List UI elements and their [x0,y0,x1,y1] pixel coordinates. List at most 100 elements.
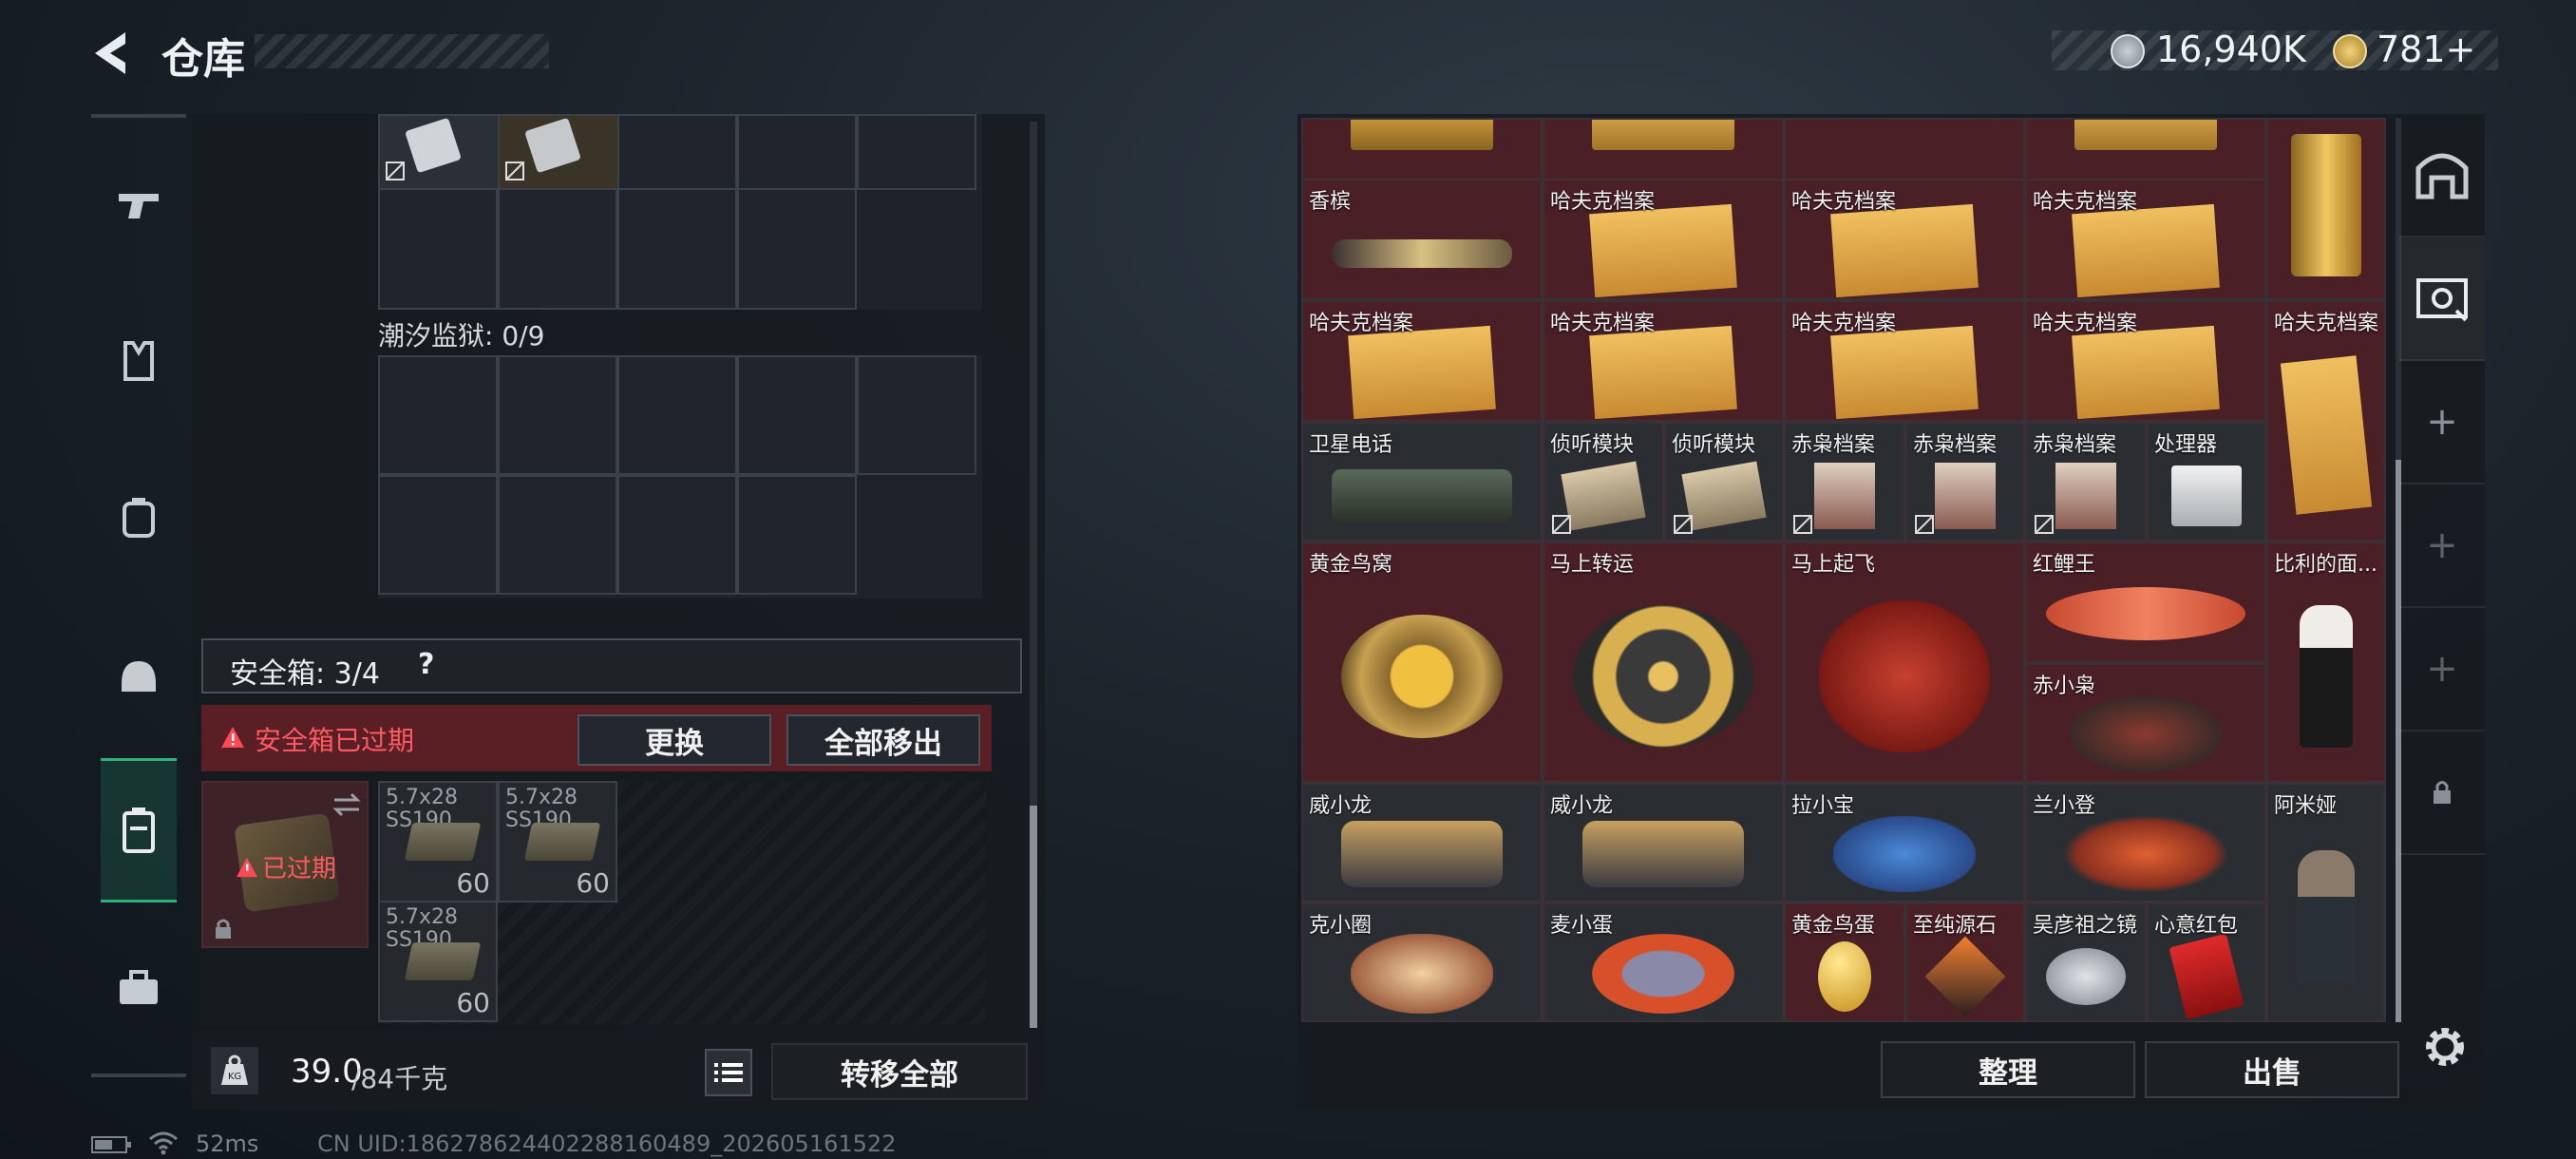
stash-item-partial[interactable] [2025,118,2266,180]
unlocked-icon [1674,515,1693,534]
grid-slot[interactable] [737,475,857,595]
item-label: 哈夫克档案 [1791,312,1897,335]
grid-slot[interactable] [617,188,737,310]
stash-item-partial[interactable] [1301,118,1543,180]
grid-slot[interactable] [617,355,737,475]
item-label: 克小圈 [1309,914,1373,938]
stash-item-partial[interactable] [1784,118,2025,180]
stash-item[interactable]: 哈夫克档案 [2025,179,2266,300]
back-button[interactable] [87,27,135,80]
item-image [1592,120,1734,151]
grid-slot[interactable] [378,475,498,595]
stash-tab-1[interactable] [2399,114,2485,238]
item-image [2280,355,2373,515]
container1-grid [378,114,982,310]
transfer-all-button[interactable]: 转移全部 [771,1043,1028,1100]
sidebar-toolbox[interactable] [101,950,177,1026]
move-all-out-button[interactable]: 全部移出 [786,714,980,766]
stash-item[interactable]: 哈夫克档案 [1784,179,2025,300]
list-view-button[interactable] [705,1049,752,1096]
item-label: 黄金鸟蛋 [1791,914,1876,938]
grid-slot[interactable] [737,188,857,310]
stash-item[interactable]: 马上起飞 [1784,542,2025,783]
grid-slot[interactable] [378,355,498,475]
stash-item[interactable]: 黄金鸟蛋 [1784,902,1905,1022]
stash-item[interactable]: 赤枭档案 [1784,422,1905,542]
swap-icon[interactable] [331,790,363,819]
grid-slot[interactable] [498,188,617,310]
stash-item[interactable]: 至纯源石 [1905,902,2025,1022]
sell-button[interactable]: 出售 [2145,1041,2399,1098]
stash-tab-add[interactable]: + [2399,484,2485,608]
safebox-help-icon[interactable]: ? [418,648,434,681]
stash-item[interactable]: 处理器 [2147,422,2266,542]
item-image [1833,816,1976,893]
grid-slot[interactable] [857,355,976,475]
unlocked-icon [1552,515,1571,534]
stash-item[interactable]: 哈夫克档案 [2025,300,2266,422]
stash-item[interactable]: 卫星电话 [1301,422,1543,542]
stash-item[interactable]: 吴彦祖之镜 [2025,902,2147,1022]
stash-tab-add[interactable]: + [2399,361,2485,484]
stash-item[interactable]: 比利的面... [2266,542,2386,783]
sidebar-weapons[interactable] [101,167,177,243]
ammo-slot[interactable]: 5.7x28 SS190 60 [498,781,617,902]
item-label: 拉小宝 [1791,794,1855,818]
stash-item[interactable]: 马上转运 [1543,542,1784,783]
grid-slot[interactable] [617,114,737,190]
safebox-icon [123,808,155,853]
left-scrollbar[interactable] [1030,122,1037,1028]
sidebar-safebox-selected[interactable] [101,758,177,902]
grid-slot[interactable] [498,355,617,475]
stash-item[interactable]: 心意红包 [2147,902,2266,1022]
stash-item[interactable]: 拉小宝 [1784,783,2025,902]
back-arrow-icon [95,32,125,74]
sidebar-backpack[interactable] [101,479,177,555]
item-image [2072,204,2220,298]
stash-item[interactable]: 赤小枭 [2025,663,2266,783]
settings-button[interactable] [2420,1022,2470,1072]
sidebar-helmet[interactable] [101,638,177,714]
stash-tab-2-selected[interactable] [2399,238,2485,361]
stash-tab-locked[interactable] [2399,732,2485,855]
stash-item[interactable]: 麦小蛋 [1543,902,1784,1022]
stash-item[interactable]: 哈夫克档案 [1301,300,1543,422]
safebox-item[interactable]: 已过期 [201,781,369,948]
stash-item[interactable]: 侦听模块 [1664,422,1784,542]
stash-item[interactable]: 威小龙 [1301,783,1543,902]
grid-slot[interactable] [857,114,976,190]
stash-item[interactable]: 赤枭档案 [1905,422,2025,542]
gold-bar-item[interactable] [2266,118,2386,300]
ammo-slot[interactable]: 5.7x28 SS190 60 [378,901,498,1022]
grid-slot[interactable] [737,355,857,475]
stash-item[interactable]: 哈夫克档案 [2266,300,2386,542]
item-image [2074,120,2217,151]
item-image [2046,587,2245,641]
ammo-slot[interactable]: 5.7x28 SS190 60 [378,781,498,902]
stash-item[interactable]: 黄金鸟窝 [1301,542,1543,783]
stash-item-partial[interactable] [1543,118,1784,180]
stash-item[interactable]: 威小龙 [1543,783,1784,902]
stash-tab-add[interactable]: + [2399,608,2485,732]
gold-coin-icon[interactable] [2333,34,2367,68]
sort-button[interactable]: 整理 [1881,1041,2135,1098]
stash-item[interactable]: 赤枭档案 [2025,422,2147,542]
stash-item[interactable]: 哈夫克档案 [1784,300,2025,422]
grid-slot[interactable] [617,475,737,595]
safebox-header: 安全箱: 3/4 ? [201,638,1022,694]
stash-item[interactable]: 兰小登 [2025,783,2266,902]
sidebar-vest[interactable] [101,323,177,399]
stash-item[interactable]: 哈夫克档案 [1543,179,1784,300]
stash-item[interactable]: 红鲤王 [2025,542,2266,663]
stash-item[interactable]: 阿米娅 [2266,783,2386,1022]
grid-slot[interactable] [498,475,617,595]
stash-item[interactable]: 侦听模块 [1543,422,1664,542]
stash-item[interactable]: 克小圈 [1301,902,1543,1022]
stash-item[interactable]: 哈夫克档案 [1543,300,1784,422]
grid-slot[interactable] [378,188,498,310]
currency2-value[interactable]: 781+ [2377,28,2475,70]
grid-slot[interactable] [737,114,857,190]
lock-icon [216,919,231,939]
replace-button[interactable]: 更换 [578,714,771,766]
stash-item[interactable]: 香槟 [1301,179,1543,300]
